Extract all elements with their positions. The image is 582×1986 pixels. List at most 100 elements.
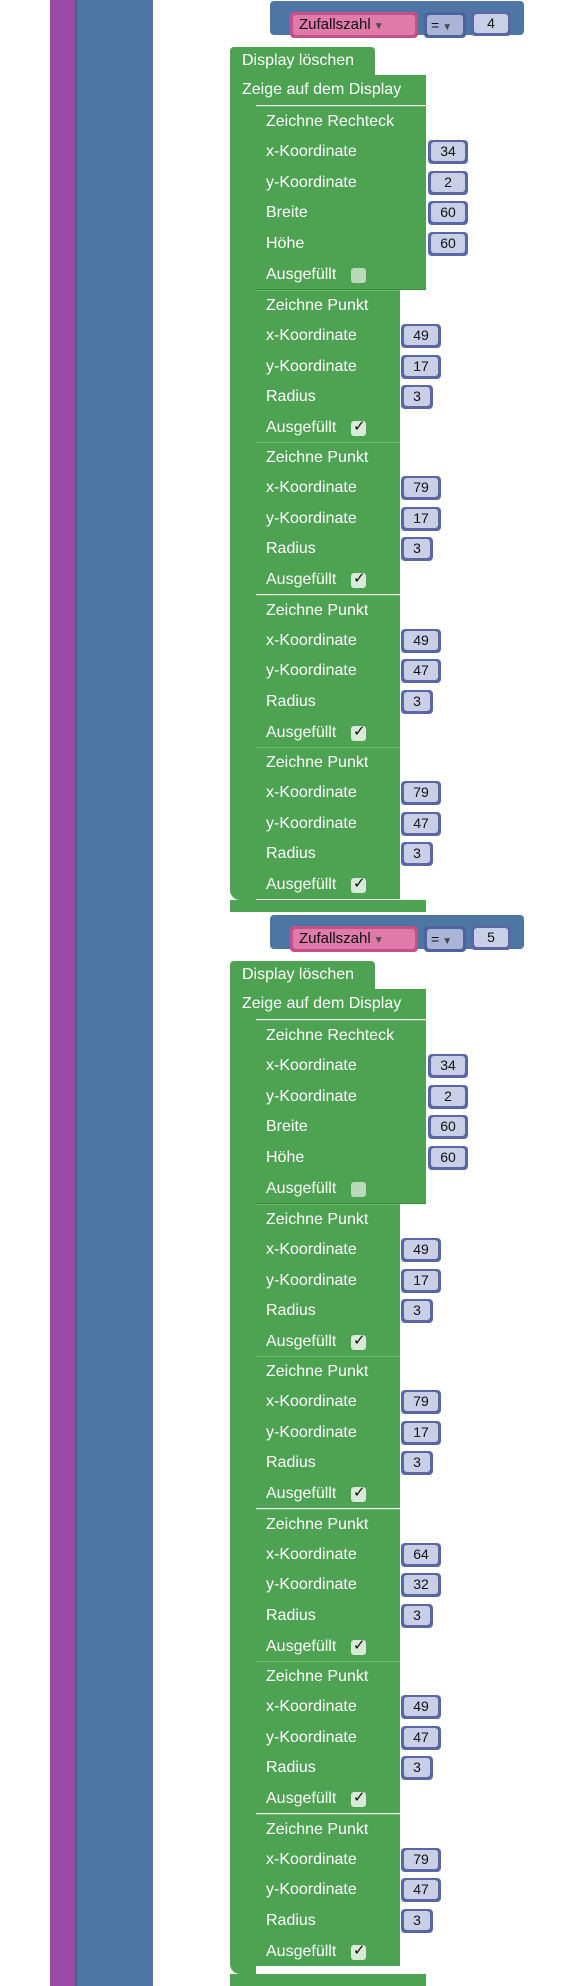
x-label: x-Koordinate (266, 1545, 357, 1563)
do-label: mache (164, 965, 213, 982)
point-y-input[interactable]: 32 (401, 1573, 441, 1598)
point-radius-input[interactable]: 3 (401, 842, 433, 867)
y-label: y-Koordinate (266, 509, 357, 527)
chevron-down-icon: ▼ (373, 21, 384, 32)
point-x-input[interactable]: 49 (401, 1695, 441, 1720)
filled-checkbox[interactable]: ✓ (351, 1789, 366, 1808)
outer-loop-block-edge (50, 0, 75, 1986)
height-label: Höhe (266, 234, 305, 252)
blockly-workspace[interactable]: sonst wenn Zufallszahl ▼ = ▼ 4 mache Display… (0, 0, 582, 1986)
radius-label: Radius (266, 388, 316, 405)
point-x-input[interactable]: 49 (401, 1238, 441, 1262)
y-label: y-Koordinate (266, 173, 357, 191)
rect-height-input[interactable]: 60 (428, 231, 468, 256)
point-x-input[interactable]: 79 (401, 1390, 441, 1415)
clear-display-label: Display löschen (242, 52, 355, 69)
x-label: x-Koordinate (266, 327, 357, 344)
operator-dropdown[interactable]: = ▼ (424, 12, 466, 38)
filled-checkbox[interactable]: ✓ (351, 418, 366, 436)
filled-checkbox[interactable]: ✓ (351, 1637, 366, 1655)
draw-point-label: Zeichne Punkt (266, 297, 369, 314)
filled-checkbox[interactable]: ✓ (351, 723, 366, 741)
filled-checkbox[interactable]: ✓ (351, 570, 366, 589)
checkmark-icon: ✓ (353, 1941, 366, 1959)
variable-dropdown[interactable]: Zufallszahl ▼ (290, 926, 418, 952)
point-x-input[interactable]: 79 (401, 476, 441, 501)
rect-x-input[interactable]: 34 (428, 1054, 468, 1078)
rect-y-input[interactable]: 2 (428, 170, 468, 195)
point-radius-input[interactable]: 3 (401, 1603, 433, 1628)
rect-x-input[interactable]: 34 (428, 140, 468, 164)
point-radius-input[interactable]: 3 (401, 1299, 433, 1323)
chevron-down-icon: ▼ (442, 936, 453, 947)
y-label: y-Koordinate (266, 662, 357, 680)
y-label: y-Koordinate (266, 814, 357, 832)
draw-point-label: Zeichne Punkt (266, 1211, 369, 1228)
filled-checkbox[interactable]: ✓ (351, 875, 366, 894)
point-y-input[interactable]: 47 (401, 811, 441, 836)
radius-label: Radius (266, 845, 316, 863)
point-x-input[interactable]: 49 (401, 628, 441, 653)
point-radius-input[interactable]: 3 (401, 1756, 433, 1781)
point-y-input[interactable]: 47 (401, 1725, 441, 1750)
filled-label: Ausgefüllt (266, 1637, 337, 1655)
clear-display-label: Display löschen (242, 966, 355, 983)
radius-label: Radius (266, 540, 316, 558)
point-y-input[interactable]: 17 (401, 354, 441, 379)
filled-label: Ausgefüllt (266, 266, 337, 283)
y-label: y-Koordinate (266, 357, 357, 375)
filled-checkbox[interactable]: ✓ (351, 1332, 366, 1350)
condition-value[interactable]: 5 (471, 926, 511, 950)
variable-name: Zufallszahl (299, 930, 371, 947)
filled-label: Ausgefüllt (266, 419, 337, 436)
rect-height-input[interactable]: 60 (428, 1145, 468, 1170)
point-radius-input[interactable]: 3 (401, 1908, 433, 1933)
else-if-label: sonst wenn (164, 922, 245, 939)
operator-dropdown[interactable]: = ▼ (424, 926, 466, 952)
point-radius-input[interactable]: 3 (401, 1451, 433, 1476)
checkmark-icon: ✓ (353, 722, 366, 740)
point-y-input[interactable]: 47 (401, 659, 441, 684)
filled-label: Ausgefüllt (266, 1942, 337, 1960)
point-y-input[interactable]: 17 (401, 1420, 441, 1445)
point-y-input[interactable]: 47 (401, 1878, 441, 1903)
checkmark-icon: ✓ (353, 1789, 366, 1807)
filled-checkbox[interactable]: ✓ (351, 1942, 366, 1960)
width-label: Breite (266, 1118, 308, 1135)
point-x-input[interactable]: 64 (401, 1542, 441, 1567)
filled-checkbox[interactable] (351, 1182, 366, 1197)
filled-label: Ausgefüllt (266, 876, 337, 894)
chevron-down-icon: ▼ (373, 935, 384, 946)
point-y-input[interactable]: 17 (401, 1268, 441, 1293)
y-label: y-Koordinate (266, 1881, 357, 1899)
point-radius-input[interactable]: 3 (401, 537, 433, 562)
point-y-input[interactable]: 17 (401, 506, 441, 531)
y-label: y-Koordinate (266, 1728, 357, 1746)
rect-width-input[interactable]: 60 (428, 201, 468, 225)
show-on-display-frame (230, 1019, 256, 1974)
radius-label: Radius (266, 1302, 316, 1319)
operator-value: = (431, 931, 440, 947)
show-on-display-bottom (230, 900, 426, 912)
point-radius-input[interactable]: 3 (401, 385, 433, 409)
checkmark-icon: ✓ (353, 875, 366, 893)
operator-value: = (431, 17, 440, 33)
point-radius-input[interactable]: 3 (401, 689, 433, 714)
if-block-spine[interactable] (75, 0, 153, 1986)
draw-rect-block[interactable] (256, 106, 426, 290)
filled-label: Ausgefüllt (266, 723, 337, 741)
x-label: x-Koordinate (266, 631, 357, 649)
condition-value[interactable]: 4 (471, 12, 511, 36)
rect-y-input[interactable]: 2 (428, 1084, 468, 1109)
filled-label: Ausgefüllt (266, 1180, 337, 1197)
rect-width-input[interactable]: 60 (428, 1115, 468, 1139)
filled-checkbox[interactable]: ✓ (351, 1484, 366, 1503)
draw-point-label: Zeichne Punkt (266, 1820, 369, 1838)
filled-checkbox[interactable] (351, 268, 366, 283)
point-x-input[interactable]: 79 (401, 781, 441, 806)
radius-label: Radius (266, 1606, 316, 1624)
draw-rect-block[interactable] (256, 1020, 426, 1204)
variable-dropdown[interactable]: Zufallszahl ▼ (290, 12, 418, 38)
point-x-input[interactable]: 49 (401, 324, 441, 348)
point-x-input[interactable]: 79 (401, 1847, 441, 1872)
